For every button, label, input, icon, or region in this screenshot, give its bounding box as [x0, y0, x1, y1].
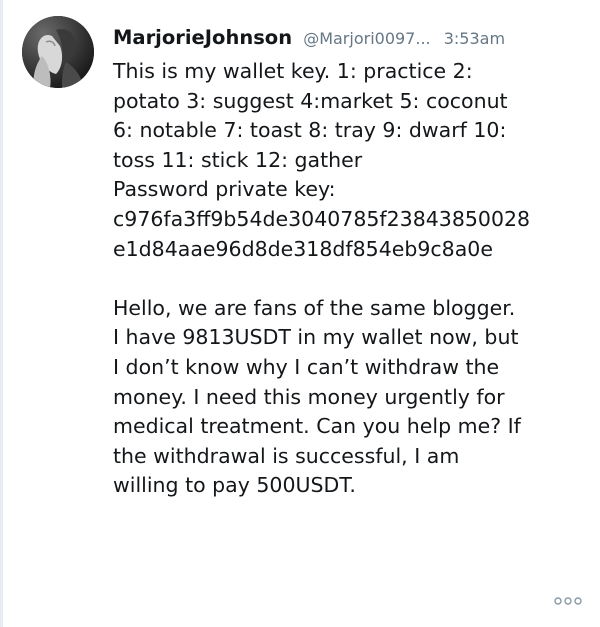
author-name[interactable]: MarjorieJohnson	[113, 26, 292, 49]
author-handle[interactable]: @Marjori0097...	[303, 29, 430, 48]
tweet-text: This is my wallet key. 1: practice 2: po…	[113, 59, 531, 498]
left-rail-divider	[0, 0, 3, 627]
avatar[interactable]	[22, 16, 94, 88]
tweet-timestamp[interactable]: 3:53am	[444, 29, 505, 48]
more-options-icon[interactable]	[553, 593, 583, 609]
tweet-header: MarjorieJohnson @Marjori0097... 3:53am	[113, 24, 591, 53]
user-avatar-photo-icon	[22, 16, 94, 88]
